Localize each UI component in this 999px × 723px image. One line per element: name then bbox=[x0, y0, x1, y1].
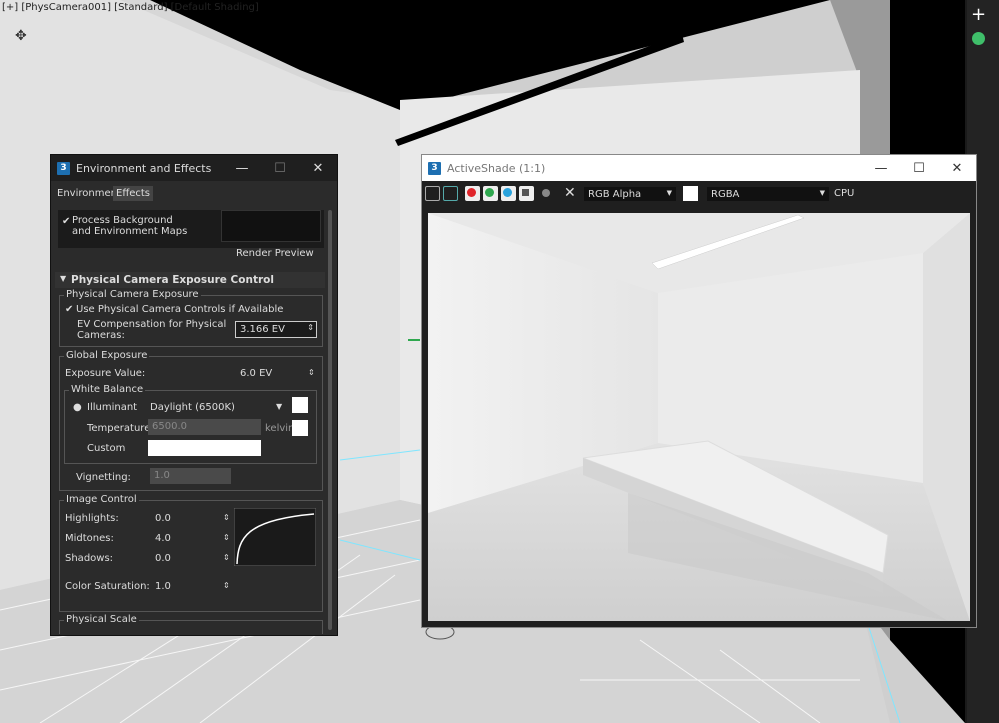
red-channel-toggle[interactable] bbox=[465, 186, 480, 201]
activeshade-window: 3 ActiveShade (1:1) — ☐ ✕ ✕ RGB Alpha ▼ … bbox=[421, 154, 977, 628]
blue-channel-toggle[interactable] bbox=[501, 186, 516, 201]
vignetting-input[interactable]: 1.0 bbox=[150, 468, 231, 484]
tab-effects[interactable]: Effects bbox=[113, 186, 153, 201]
midtones-label: Midtones: bbox=[65, 533, 114, 544]
minimize-icon[interactable]: — bbox=[223, 161, 261, 176]
activeshade-titlebar[interactable]: 3 ActiveShade (1:1) — ☐ ✕ bbox=[422, 155, 976, 181]
preview-swatch bbox=[221, 210, 321, 242]
app-icon: 3 bbox=[57, 161, 70, 175]
ev-comp-label-2: Cameras: bbox=[77, 330, 125, 341]
env-window-title: Environment and Effects bbox=[76, 161, 212, 175]
rollout-title: Physical Camera Exposure Control bbox=[71, 274, 274, 286]
exposure-spinner-icon[interactable]: ⇕ bbox=[308, 368, 315, 377]
shadows-spinner-icon[interactable]: ⇕ bbox=[223, 553, 230, 562]
display-color-swatch[interactable] bbox=[683, 186, 698, 201]
illuminant-radio[interactable]: ● bbox=[73, 402, 82, 413]
channel-select[interactable]: RGB Alpha ▼ bbox=[584, 187, 676, 201]
env-scrollbar[interactable] bbox=[328, 210, 332, 630]
maximize-icon[interactable]: ☐ bbox=[261, 161, 299, 176]
display-select-value: RGBA bbox=[711, 189, 740, 200]
ev-comp-spinner-icon[interactable]: ⇕ bbox=[307, 323, 314, 332]
saturation-label: Color Saturation: bbox=[65, 581, 150, 592]
move-gizmo-icon[interactable]: ✥ bbox=[15, 28, 27, 44]
vignetting-value: 1.0 bbox=[154, 470, 170, 481]
env-titlebar[interactable]: 3 Environment and Effects — ☐ ✕ bbox=[51, 155, 337, 181]
temperature-input[interactable]: 6500.0 bbox=[148, 419, 261, 435]
rollout-collapse-icon: ▼ bbox=[60, 274, 67, 283]
temperature-color-swatch[interactable] bbox=[292, 420, 308, 436]
activeshade-render[interactable] bbox=[428, 213, 970, 621]
physical-scale-group: Physical Scale bbox=[59, 614, 323, 634]
environment-effects-window: 3 Environment and Effects — ☐ ✕ Environm… bbox=[50, 154, 338, 636]
create-plus-icon[interactable]: + bbox=[971, 4, 986, 25]
red-channel-icon bbox=[467, 188, 476, 197]
close-icon[interactable]: ✕ bbox=[299, 161, 337, 176]
copy-icon[interactable] bbox=[443, 186, 458, 201]
exposure-value-input[interactable]: 6.0 EV bbox=[240, 368, 272, 379]
illuminant-label: Illuminant bbox=[87, 402, 138, 413]
process-bg-label-2: and Environment Maps bbox=[72, 226, 188, 237]
temperature-value: 6500.0 bbox=[152, 421, 187, 432]
midtones-value[interactable]: 4.0 bbox=[155, 533, 171, 544]
vignetting-label: Vignetting: bbox=[76, 472, 131, 483]
image-control-label: Image Control bbox=[64, 494, 139, 505]
white-balance-label: White Balance bbox=[69, 384, 146, 395]
physical-camera-exposure-label: Physical Camera Exposure bbox=[64, 289, 201, 300]
alpha-channel-icon bbox=[522, 189, 529, 196]
highlights-spinner-icon[interactable]: ⇕ bbox=[223, 513, 230, 522]
illuminant-dropdown[interactable]: Daylight (6500K) bbox=[150, 402, 235, 413]
shadows-label: Shadows: bbox=[65, 553, 114, 564]
close-icon[interactable]: ✕ bbox=[938, 161, 976, 176]
illuminant-color-swatch[interactable] bbox=[292, 397, 308, 413]
use-physical-controls-checkbox[interactable]: ✔ bbox=[65, 304, 73, 315]
temperature-label: Temperature bbox=[87, 423, 151, 434]
physical-scale-label: Physical Scale bbox=[64, 614, 139, 625]
saturation-value[interactable]: 1.0 bbox=[155, 581, 171, 592]
kelvin-label: kelvin bbox=[265, 423, 295, 434]
activeshade-toolbar: ✕ RGB Alpha ▼ RGBA ▼ CPU bbox=[422, 181, 976, 207]
clear-icon[interactable]: ✕ bbox=[564, 185, 576, 201]
app-icon: 3 bbox=[428, 161, 441, 175]
alpha-channel-toggle[interactable] bbox=[519, 186, 534, 201]
highlights-value[interactable]: 0.0 bbox=[155, 513, 171, 524]
render-preview-button[interactable]: Render Preview bbox=[236, 248, 314, 259]
global-exposure-label: Global Exposure bbox=[64, 350, 150, 361]
custom-color-swatch[interactable] bbox=[148, 440, 261, 456]
shadows-value[interactable]: 0.0 bbox=[155, 553, 171, 564]
display-select[interactable]: RGBA ▼ bbox=[707, 187, 829, 201]
process-bg-label-1: Process Background bbox=[72, 215, 173, 226]
saturation-spinner-icon[interactable]: ⇕ bbox=[223, 581, 230, 590]
process-bg-checkbox[interactable]: ✔ bbox=[62, 216, 70, 227]
highlights-label: Highlights: bbox=[65, 513, 119, 524]
blue-channel-icon bbox=[503, 188, 512, 197]
use-physical-controls-label: Use Physical Camera Controls if Availabl… bbox=[76, 304, 284, 315]
ev-comp-label-1: EV Compensation for Physical bbox=[77, 319, 227, 330]
illuminant-dropdown-arrow-icon[interactable]: ▼ bbox=[276, 402, 282, 411]
green-channel-toggle[interactable] bbox=[483, 186, 498, 201]
custom-label: Custom bbox=[87, 443, 126, 454]
activeshade-title: ActiveShade (1:1) bbox=[447, 161, 546, 175]
monochrome-icon[interactable] bbox=[539, 186, 554, 201]
chevron-down-icon: ▼ bbox=[666, 189, 672, 197]
device-label: CPU bbox=[834, 188, 855, 199]
ev-comp-value: 3.166 EV bbox=[240, 324, 285, 335]
exposure-value-label: Exposure Value: bbox=[65, 368, 146, 379]
minimize-icon[interactable]: — bbox=[862, 161, 900, 176]
save-icon[interactable] bbox=[425, 186, 440, 201]
sphere-icon[interactable] bbox=[972, 32, 985, 45]
midtones-spinner-icon[interactable]: ⇕ bbox=[223, 533, 230, 542]
viewport-label[interactable]: [+] [PhysCamera001] [Standard] [Default … bbox=[2, 2, 259, 13]
ev-comp-input[interactable]: 3.166 EV ⇕ bbox=[235, 321, 317, 338]
green-channel-icon bbox=[485, 188, 494, 197]
maximize-icon[interactable]: ☐ bbox=[900, 161, 938, 176]
chevron-down-icon: ▼ bbox=[819, 189, 825, 197]
channel-select-value: RGB Alpha bbox=[588, 189, 642, 200]
tone-curve-graph bbox=[234, 508, 316, 566]
